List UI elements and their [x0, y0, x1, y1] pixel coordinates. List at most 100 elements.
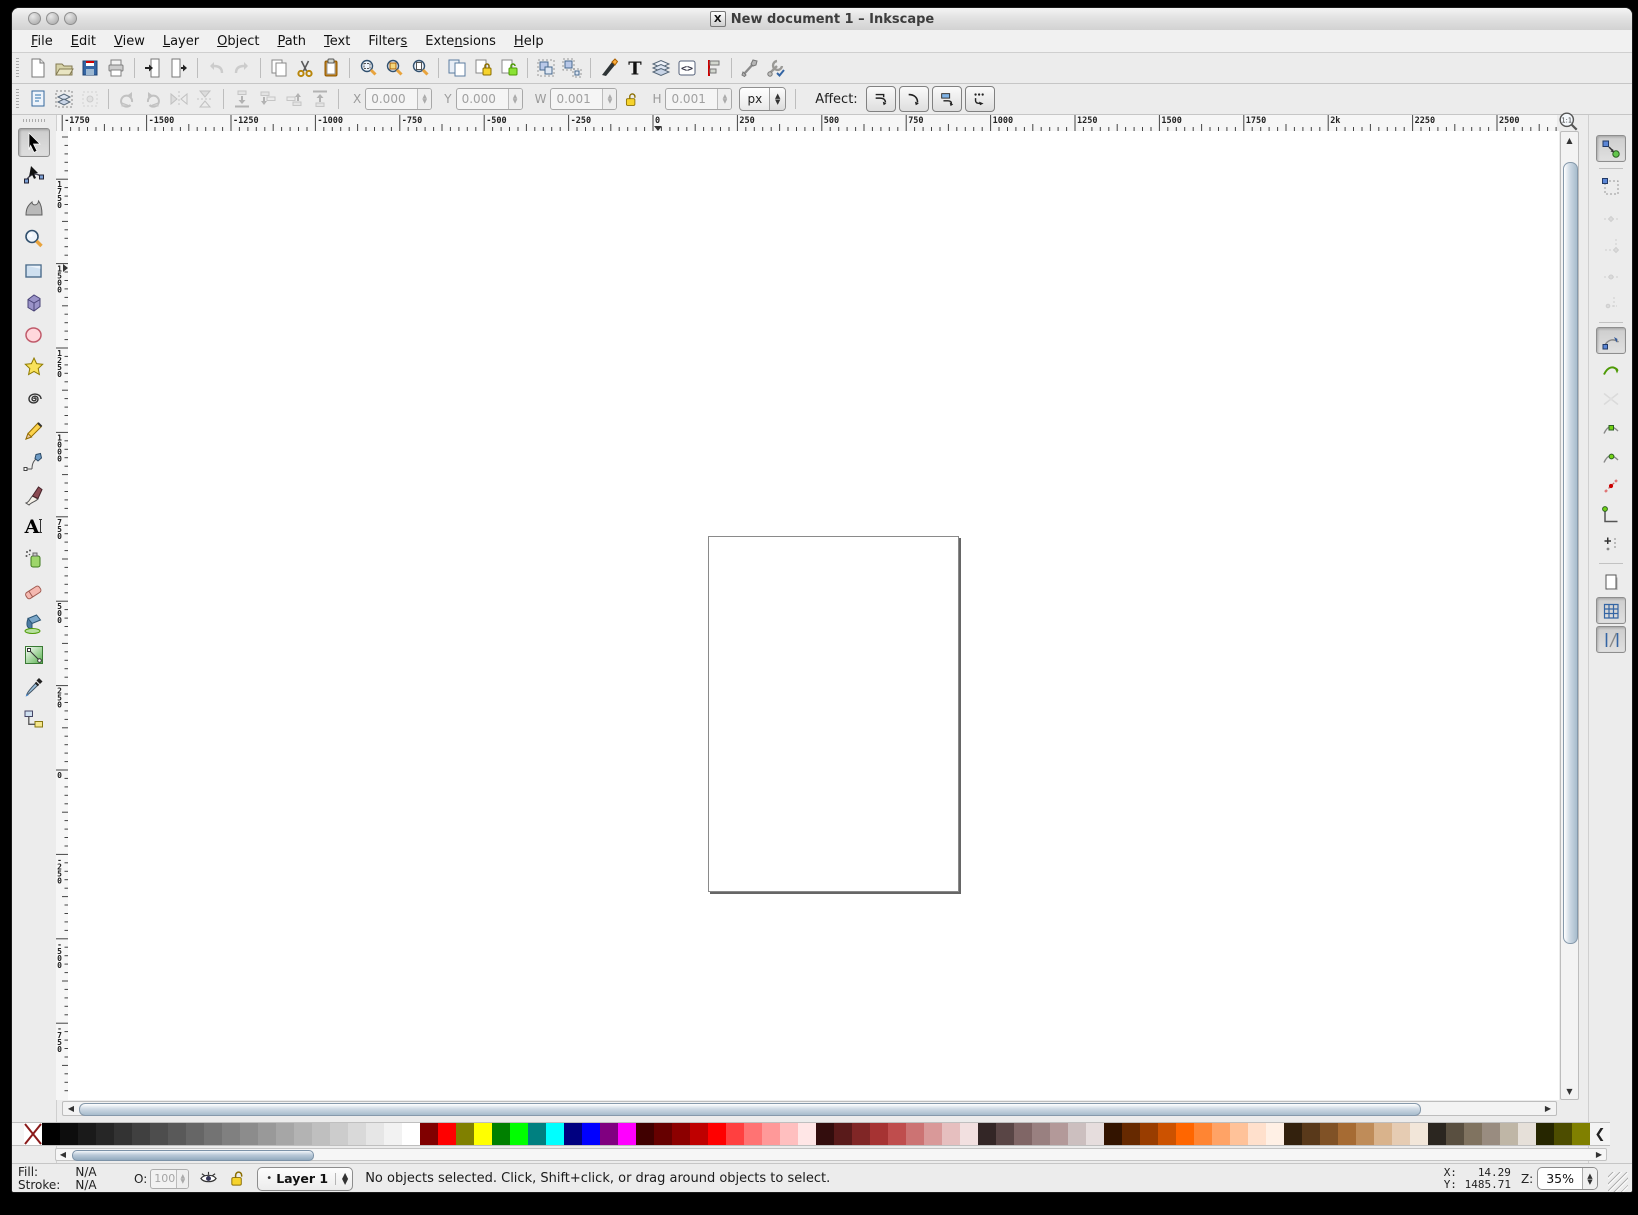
palette-scrollbar-thumb[interactable]	[72, 1150, 314, 1161]
swatch-332626[interactable]	[978, 1123, 996, 1145]
opacity-spinner[interactable]: ▲▼	[176, 1170, 188, 1188]
swatch-e6e6e6[interactable]	[366, 1123, 384, 1145]
snap-object-centers-button[interactable]	[1596, 501, 1626, 528]
swatch-330d0d[interactable]	[816, 1123, 834, 1145]
pencil-tool-button[interactable]	[18, 416, 50, 445]
snap-smooth-nodes-button[interactable]	[1596, 443, 1626, 470]
menu-path[interactable]: Path	[268, 32, 315, 51]
vertical-scrollbar[interactable]: ▲ ▼	[1560, 131, 1579, 1100]
swatch-808000[interactable]	[456, 1123, 474, 1145]
duplicate-button[interactable]	[444, 55, 470, 81]
swatch-594f40[interactable]	[1446, 1123, 1464, 1145]
box3d-tool-button[interactable]	[18, 288, 50, 317]
toolbox-grip[interactable]	[23, 119, 45, 122]
select-all-layers-button[interactable]	[51, 86, 77, 112]
swatch-595959[interactable]	[168, 1123, 186, 1145]
layer-selector[interactable]: • Layer 1 ▲▼	[257, 1167, 353, 1191]
swatch-ffc299[interactable]	[1230, 1123, 1248, 1145]
clone-button[interactable]	[470, 55, 496, 81]
unit-dropdown[interactable]: px▲▼	[739, 87, 786, 111]
save-document-button[interactable]	[77, 55, 103, 81]
swatch-f2f2f2[interactable]	[384, 1123, 402, 1145]
swatch-8c8c8c[interactable]	[240, 1123, 258, 1145]
swatch-008000[interactable]	[492, 1123, 510, 1145]
snap-page-border-button[interactable]	[1596, 568, 1626, 595]
swatch-b3b3b3[interactable]	[294, 1123, 312, 1145]
swatch-1a1a1a[interactable]	[78, 1123, 96, 1145]
swatch-ffff00[interactable]	[474, 1123, 492, 1145]
snap-cusp-nodes-button[interactable]	[1596, 414, 1626, 441]
paint-bucket-tool-button[interactable]	[18, 608, 50, 637]
swatch-bf4d4d[interactable]	[888, 1123, 906, 1145]
swatch-d9d9d9[interactable]	[348, 1123, 366, 1145]
swatch-400000[interactable]	[636, 1123, 654, 1145]
swatch-802626[interactable]	[852, 1123, 870, 1145]
ellipse-tool-button[interactable]	[18, 320, 50, 349]
swatch-e6ccb3[interactable]	[1392, 1123, 1410, 1145]
palette-scroll-right-arrow[interactable]: ▶	[1594, 1149, 1604, 1160]
swatch-ffbfbf[interactable]	[780, 1123, 798, 1145]
scroll-up-arrow[interactable]: ▲	[1561, 134, 1578, 146]
swatch-d99999[interactable]	[924, 1123, 942, 1145]
tweak-tool-button[interactable]	[18, 192, 50, 221]
rectangle-tool-button[interactable]	[18, 256, 50, 285]
spiral-tool-button[interactable]	[18, 384, 50, 413]
horizontal-scrollbar-thumb[interactable]	[79, 1103, 1421, 1116]
zoom-drawing-button[interactable]	[381, 55, 407, 81]
swatch-00ff00[interactable]	[510, 1123, 528, 1145]
swatch-8c0000[interactable]	[672, 1123, 690, 1145]
snap-midpoints-button[interactable]	[1596, 472, 1626, 499]
connector-tool-button[interactable]	[18, 704, 50, 733]
swatch-d9b38c[interactable]	[1374, 1123, 1392, 1145]
canvas[interactable]	[68, 131, 1559, 1100]
menu-extensions[interactable]: Extensions	[416, 32, 505, 51]
swatch-591a1a[interactable]	[834, 1123, 852, 1145]
w-spinner[interactable]: ▲▼	[602, 89, 616, 109]
zoom-page-button[interactable]	[407, 55, 433, 81]
dropper-tool-button[interactable]	[18, 672, 50, 701]
swatch-a6a6a6[interactable]	[276, 1123, 294, 1145]
menu-help[interactable]: Help	[505, 32, 553, 51]
text-dialog-button[interactable]: T	[622, 55, 648, 81]
swatch-bf0000[interactable]	[690, 1123, 708, 1145]
zoom-tool-button[interactable]	[18, 224, 50, 253]
swatch-f2e0e0[interactable]	[960, 1123, 978, 1145]
swatch-ffe6e6[interactable]	[798, 1123, 816, 1145]
copy-button[interactable]	[266, 55, 292, 81]
scroll-down-arrow[interactable]: ▼	[1561, 1085, 1578, 1097]
snap-paths-button[interactable]	[1596, 356, 1626, 383]
swatch-993d00[interactable]	[1140, 1123, 1158, 1145]
spray-tool-button[interactable]	[18, 544, 50, 573]
snap-nodes-button[interactable]	[1596, 327, 1626, 354]
swatch-660000[interactable]	[654, 1123, 672, 1145]
toolbar-grip[interactable]	[16, 58, 19, 78]
title-bar[interactable]: X New document 1 – Inkscape	[12, 8, 1632, 31]
swatch-331400[interactable]	[1104, 1123, 1122, 1145]
group-button[interactable]	[533, 55, 559, 81]
swatch-805226[interactable]	[1320, 1123, 1338, 1145]
menu-edit[interactable]: Edit	[62, 32, 105, 51]
print-button[interactable]	[103, 55, 129, 81]
swatch-33210d[interactable]	[1284, 1123, 1302, 1145]
swatch-f2e6d9[interactable]	[1410, 1123, 1428, 1145]
swatch-ff00ff[interactable]	[618, 1123, 636, 1145]
swatch-4d4d4d[interactable]	[150, 1123, 168, 1145]
unlink-clone-button[interactable]	[496, 55, 522, 81]
swatch-4d4d00[interactable]	[1554, 1123, 1572, 1145]
selector-tool-button[interactable]	[18, 128, 50, 157]
x-field[interactable]: 0.000▲▼	[365, 88, 432, 110]
swatch-cc7373[interactable]	[906, 1123, 924, 1145]
snap-grids-button[interactable]	[1596, 597, 1626, 624]
swatch-737373[interactable]	[204, 1123, 222, 1145]
swatch-333333[interactable]	[114, 1123, 132, 1145]
swatch-e6dddd[interactable]	[1086, 1123, 1104, 1145]
swatch-ffa366[interactable]	[1212, 1123, 1230, 1145]
star-tool-button[interactable]	[18, 352, 50, 381]
swatch-a66b33[interactable]	[1338, 1123, 1356, 1145]
cut-button[interactable]	[292, 55, 318, 81]
swatch-0d0d0d[interactable]	[60, 1123, 78, 1145]
swatch-662900[interactable]	[1122, 1123, 1140, 1145]
affect-corners-toggle[interactable]	[899, 86, 929, 112]
swatch-2b2620[interactable]	[1428, 1123, 1446, 1145]
menu-filters[interactable]: Filters	[359, 32, 416, 51]
